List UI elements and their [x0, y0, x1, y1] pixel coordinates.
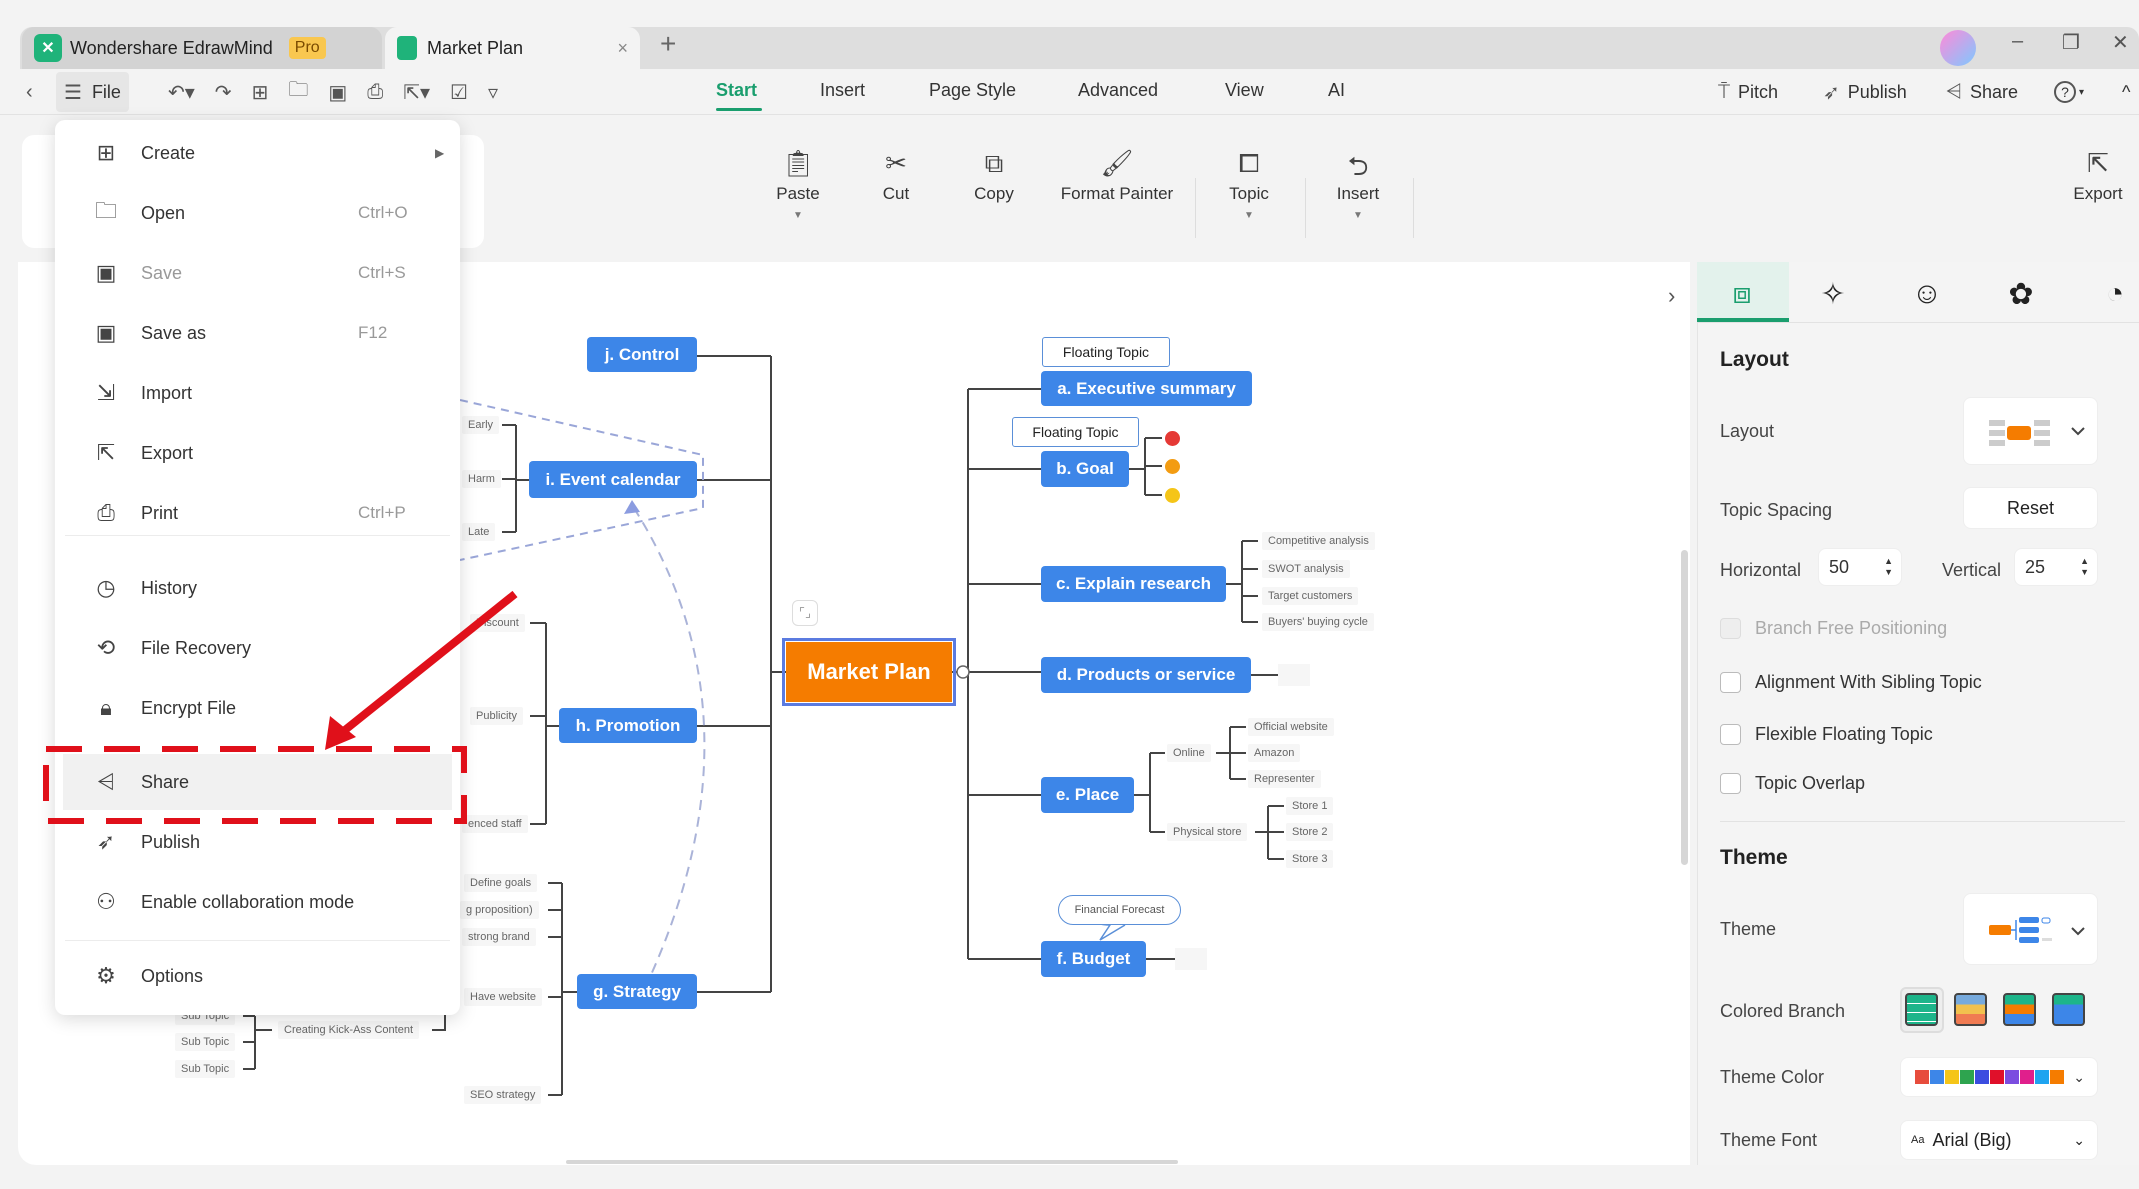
annotation-overlay: [43, 590, 518, 824]
share-highlight-box: [43, 746, 467, 824]
red-arrow-line: [342, 590, 518, 734]
